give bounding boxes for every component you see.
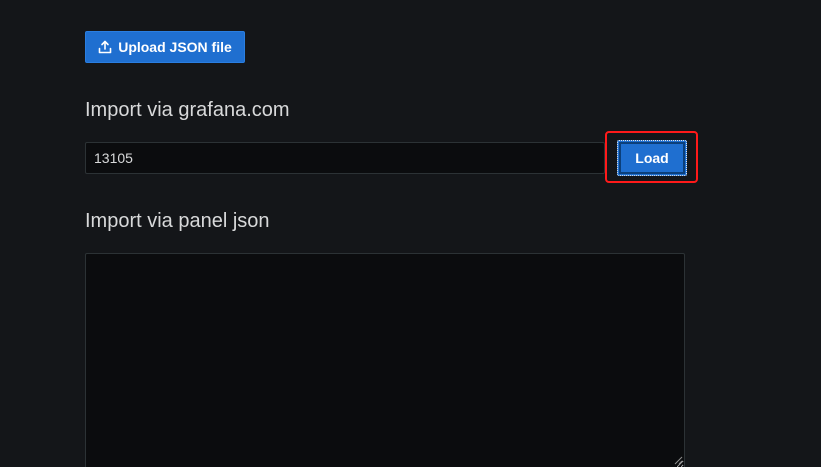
upload-icon (98, 40, 112, 54)
import-dashboard-page: Upload JSON file Import via grafana.com … (0, 0, 821, 467)
upload-json-button-label: Upload JSON file (118, 39, 232, 55)
grafana-dashboard-id-input[interactable] (85, 142, 605, 174)
upload-json-button[interactable]: Upload JSON file (85, 31, 245, 63)
import-grafana-heading: Import via grafana.com (85, 99, 290, 121)
resize-grip-icon[interactable] (673, 455, 683, 465)
import-panel-json-heading: Import via panel json (85, 210, 270, 232)
panel-json-textarea[interactable] (85, 253, 685, 467)
load-button[interactable]: Load (617, 140, 687, 176)
